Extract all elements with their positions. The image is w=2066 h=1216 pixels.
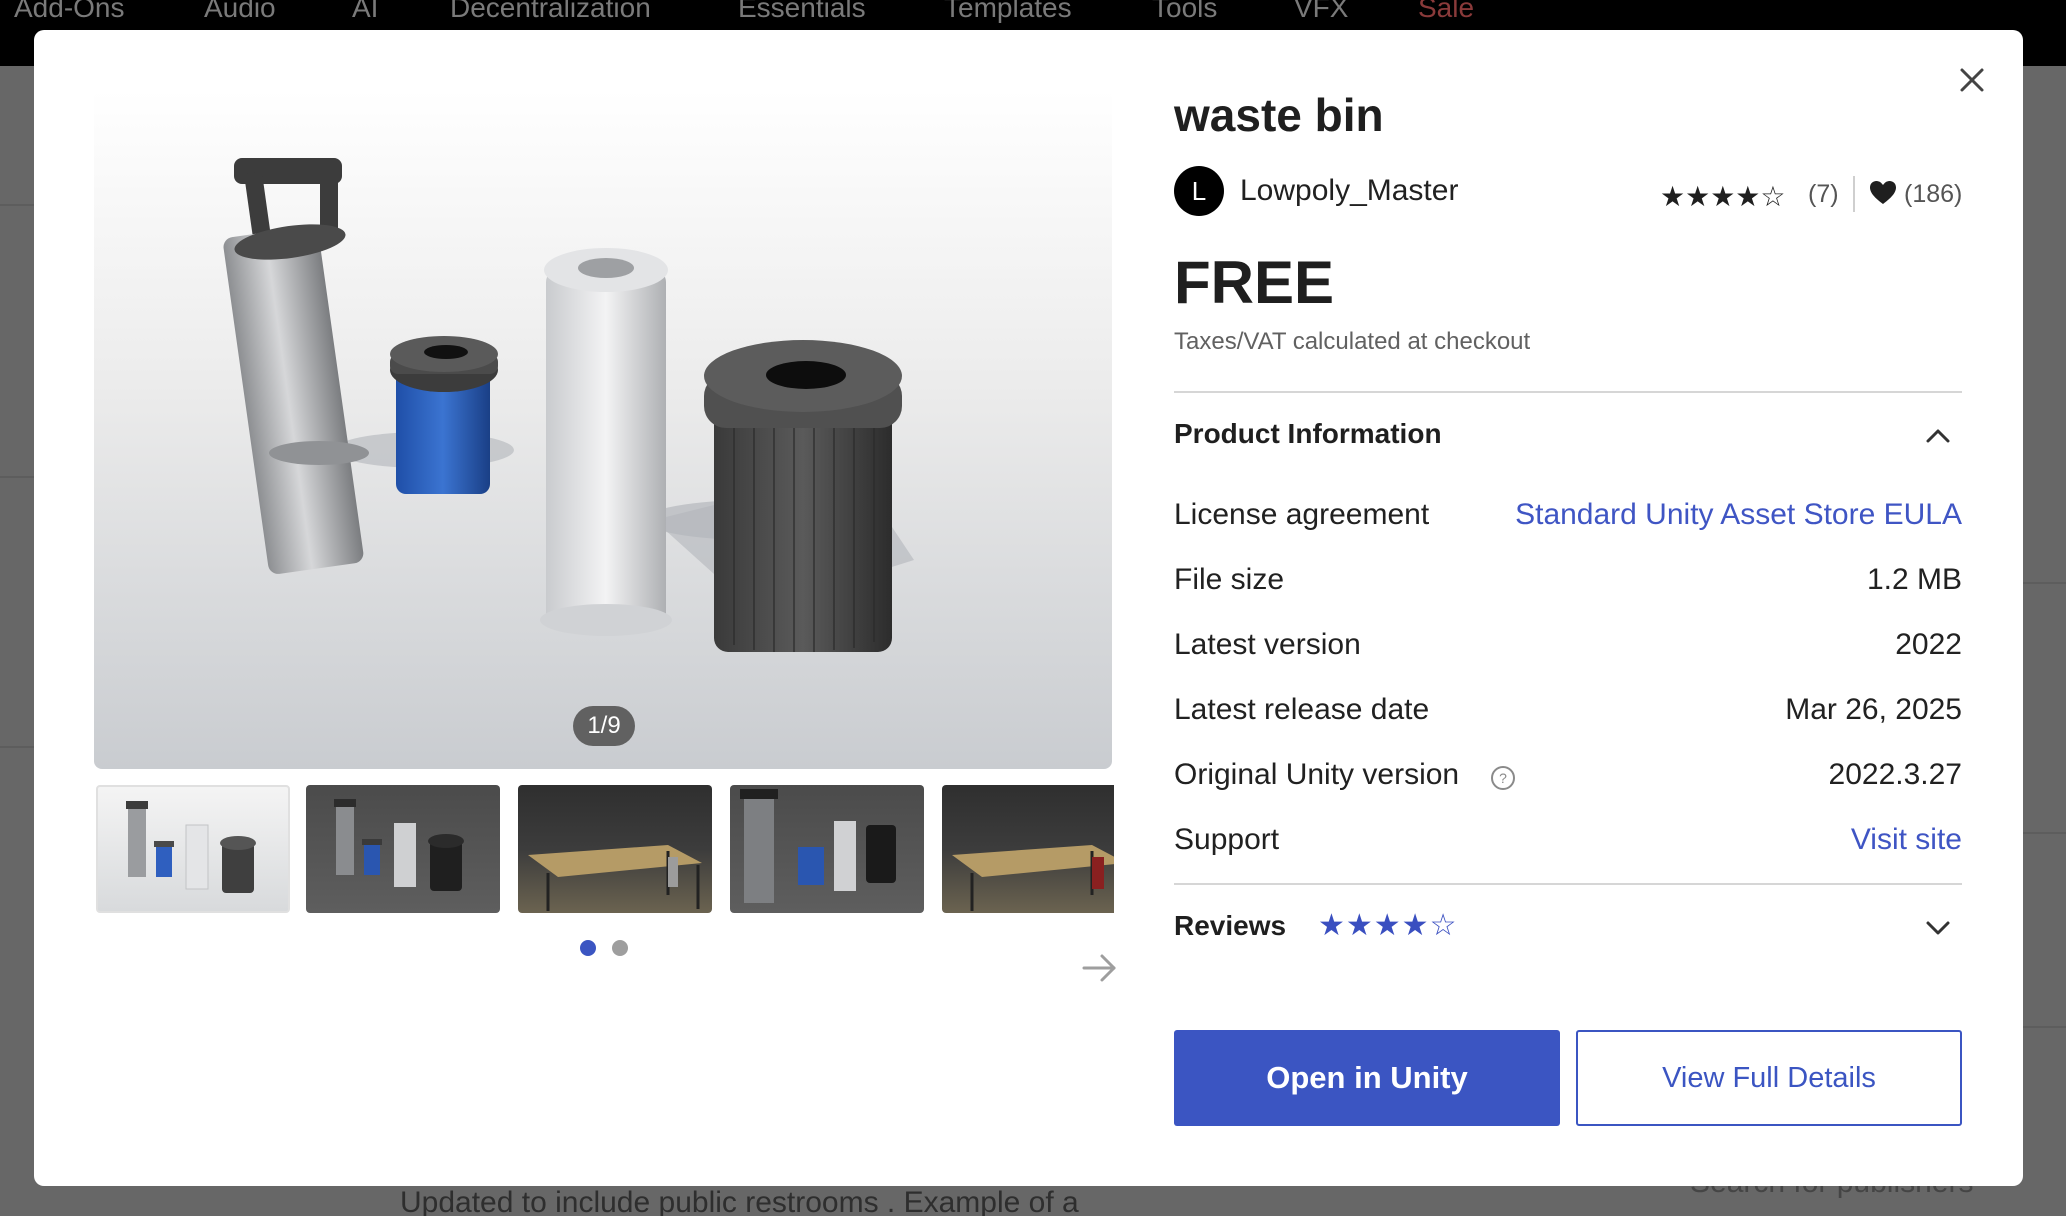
product-title: waste bin	[1174, 89, 1384, 141]
chevron-up-icon[interactable]	[1920, 420, 1956, 450]
open-in-unity-button[interactable]: Open in Unity	[1174, 1030, 1560, 1126]
chevron-down-icon[interactable]	[1920, 912, 1956, 942]
heart-icon[interactable]	[1868, 178, 1898, 208]
nav-item-audio[interactable]: Audio	[204, 0, 276, 24]
rating-count[interactable]: (7)	[1808, 180, 1839, 209]
nav-item-tools[interactable]: Tools	[1152, 0, 1217, 24]
product-information-heading[interactable]: Product Information	[1174, 418, 1442, 450]
nav-item-vfx[interactable]: VFX	[1294, 0, 1348, 24]
review-stars: ★★★★☆	[1318, 908, 1457, 943]
info-label-unity-version: Original Unity version	[1174, 758, 1460, 791]
tax-note: Taxes/VAT calculated at checkout	[1174, 328, 1531, 355]
carousel-dot-active[interactable]	[580, 940, 596, 956]
view-full-details-button[interactable]: View Full Details	[1576, 1030, 1962, 1126]
license-link[interactable]: Standard Unity Asset Store EULA	[1515, 498, 1962, 532]
file-size-value: 1.2 MB	[1866, 563, 1962, 596]
reviews-heading[interactable]: Reviews	[1174, 910, 1286, 942]
info-label-file-size: File size	[1174, 563, 1285, 596]
star-empty-icon: ☆	[1760, 181, 1786, 212]
waste-bins-illustration	[223, 158, 914, 652]
thumbnail[interactable]	[96, 785, 290, 913]
product-main-image[interactable]	[94, 90, 1112, 769]
rating-stars[interactable]: ★★★★☆	[1660, 180, 1786, 213]
info-label-latest-version: Latest version	[1174, 628, 1361, 661]
nav-item-templates[interactable]: Templates	[944, 0, 1072, 24]
release-date-value: Mar 26, 2025	[1785, 693, 1962, 726]
nav-item-addons[interactable]: Add-Ons	[14, 0, 125, 24]
image-counter: 1/9	[573, 706, 635, 746]
divider	[1174, 883, 1962, 885]
divider	[1853, 176, 1855, 212]
unity-version-value: 2022.3.27	[1828, 758, 1962, 791]
thumbnail[interactable]	[306, 785, 500, 913]
favorite-count: (186)	[1904, 180, 1963, 208]
nav-item-sale[interactable]: Sale	[1418, 0, 1474, 24]
thumbnail-strip	[94, 785, 1114, 915]
thumbnail[interactable]	[518, 785, 712, 913]
info-label-support: Support	[1174, 823, 1280, 856]
nav-item-ai[interactable]: AI	[352, 0, 378, 24]
info-label-license: License agreement	[1174, 498, 1430, 531]
nav-item-decentralization[interactable]: Decentralization	[450, 0, 651, 24]
svg-text:?: ?	[1499, 770, 1507, 786]
close-icon[interactable]	[1954, 62, 1990, 98]
star-empty-icon: ☆	[1429, 909, 1458, 942]
publisher-name[interactable]: Lowpoly_Master	[1240, 174, 1458, 208]
latest-version-value: 2022	[1895, 628, 1962, 661]
divider	[1174, 391, 1962, 393]
background-description: Updated to include public restrooms . Ex…	[400, 1186, 1079, 1216]
info-label-release-date: Latest release date	[1174, 693, 1430, 726]
price: FREE	[1174, 249, 1335, 316]
help-icon[interactable]: ?	[1489, 764, 1517, 792]
carousel-dot[interactable]	[612, 940, 628, 956]
publisher-avatar[interactable]: L	[1174, 166, 1224, 216]
arrow-right-icon[interactable]	[1080, 950, 1120, 986]
thumbnail[interactable]	[730, 785, 924, 913]
nav-item-essentials[interactable]: Essentials	[738, 0, 866, 24]
support-link[interactable]: Visit site	[1851, 823, 1962, 857]
thumbnail[interactable]	[942, 785, 1114, 913]
star-filled-icon: ★★★★	[1318, 909, 1430, 942]
star-filled-icon: ★★★★	[1660, 181, 1761, 212]
